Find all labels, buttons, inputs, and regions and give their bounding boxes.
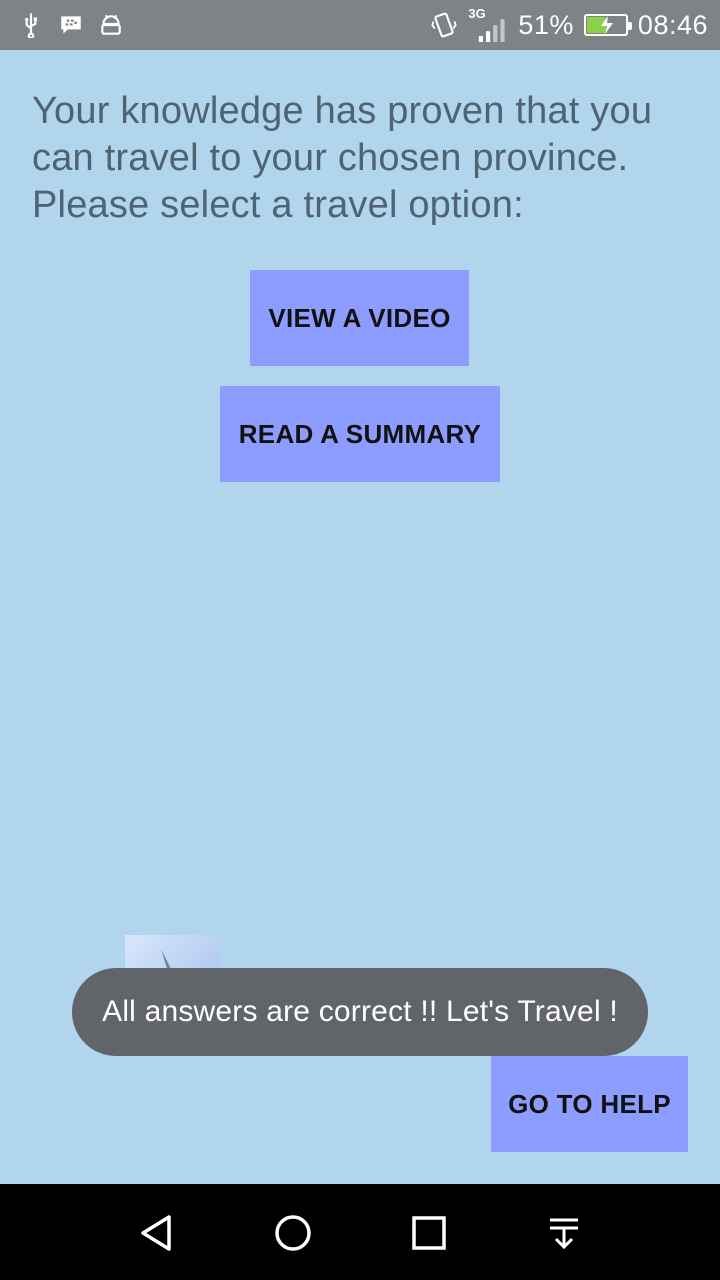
notification-pull-button[interactable] bbox=[539, 1208, 589, 1258]
home-icon bbox=[275, 1215, 311, 1251]
travel-prompt-text: Your knowledge has proven that you can t… bbox=[32, 90, 653, 226]
usb-icon bbox=[24, 13, 37, 38]
home-button[interactable] bbox=[268, 1208, 318, 1258]
view-video-button[interactable]: VIEW A VIDEO bbox=[250, 270, 469, 366]
status-left-icons bbox=[18, 10, 124, 40]
clock: 08:46 bbox=[637, 9, 708, 40]
recents-icon bbox=[412, 1216, 446, 1250]
status-bar: 3G 51% 08:46 bbox=[0, 0, 720, 50]
recents-button[interactable] bbox=[404, 1208, 454, 1258]
battery-icon bbox=[583, 14, 632, 36]
android-icon bbox=[101, 14, 121, 35]
read-summary-button[interactable]: READ A SUMMARY bbox=[220, 386, 500, 482]
bbm-icon bbox=[61, 16, 81, 34]
signal-3g-icon: 3G bbox=[468, 6, 508, 42]
vibrate-icon bbox=[431, 12, 458, 38]
back-icon bbox=[141, 1215, 171, 1251]
navigation-bar bbox=[0, 1184, 720, 1280]
toast-text: All answers are correct !! Let's Travel … bbox=[102, 995, 618, 1028]
status-right-icons: 3G 51% 08:46 bbox=[430, 0, 708, 50]
go-to-help-button[interactable]: GO TO HELP bbox=[491, 1056, 688, 1152]
charging-bolt-icon bbox=[600, 16, 613, 34]
notification-pull-icon bbox=[550, 1218, 578, 1250]
back-button[interactable] bbox=[132, 1208, 182, 1258]
toast-message: All answers are correct !! Let's Travel … bbox=[72, 968, 648, 1056]
battery-percent: 51% bbox=[518, 9, 574, 40]
